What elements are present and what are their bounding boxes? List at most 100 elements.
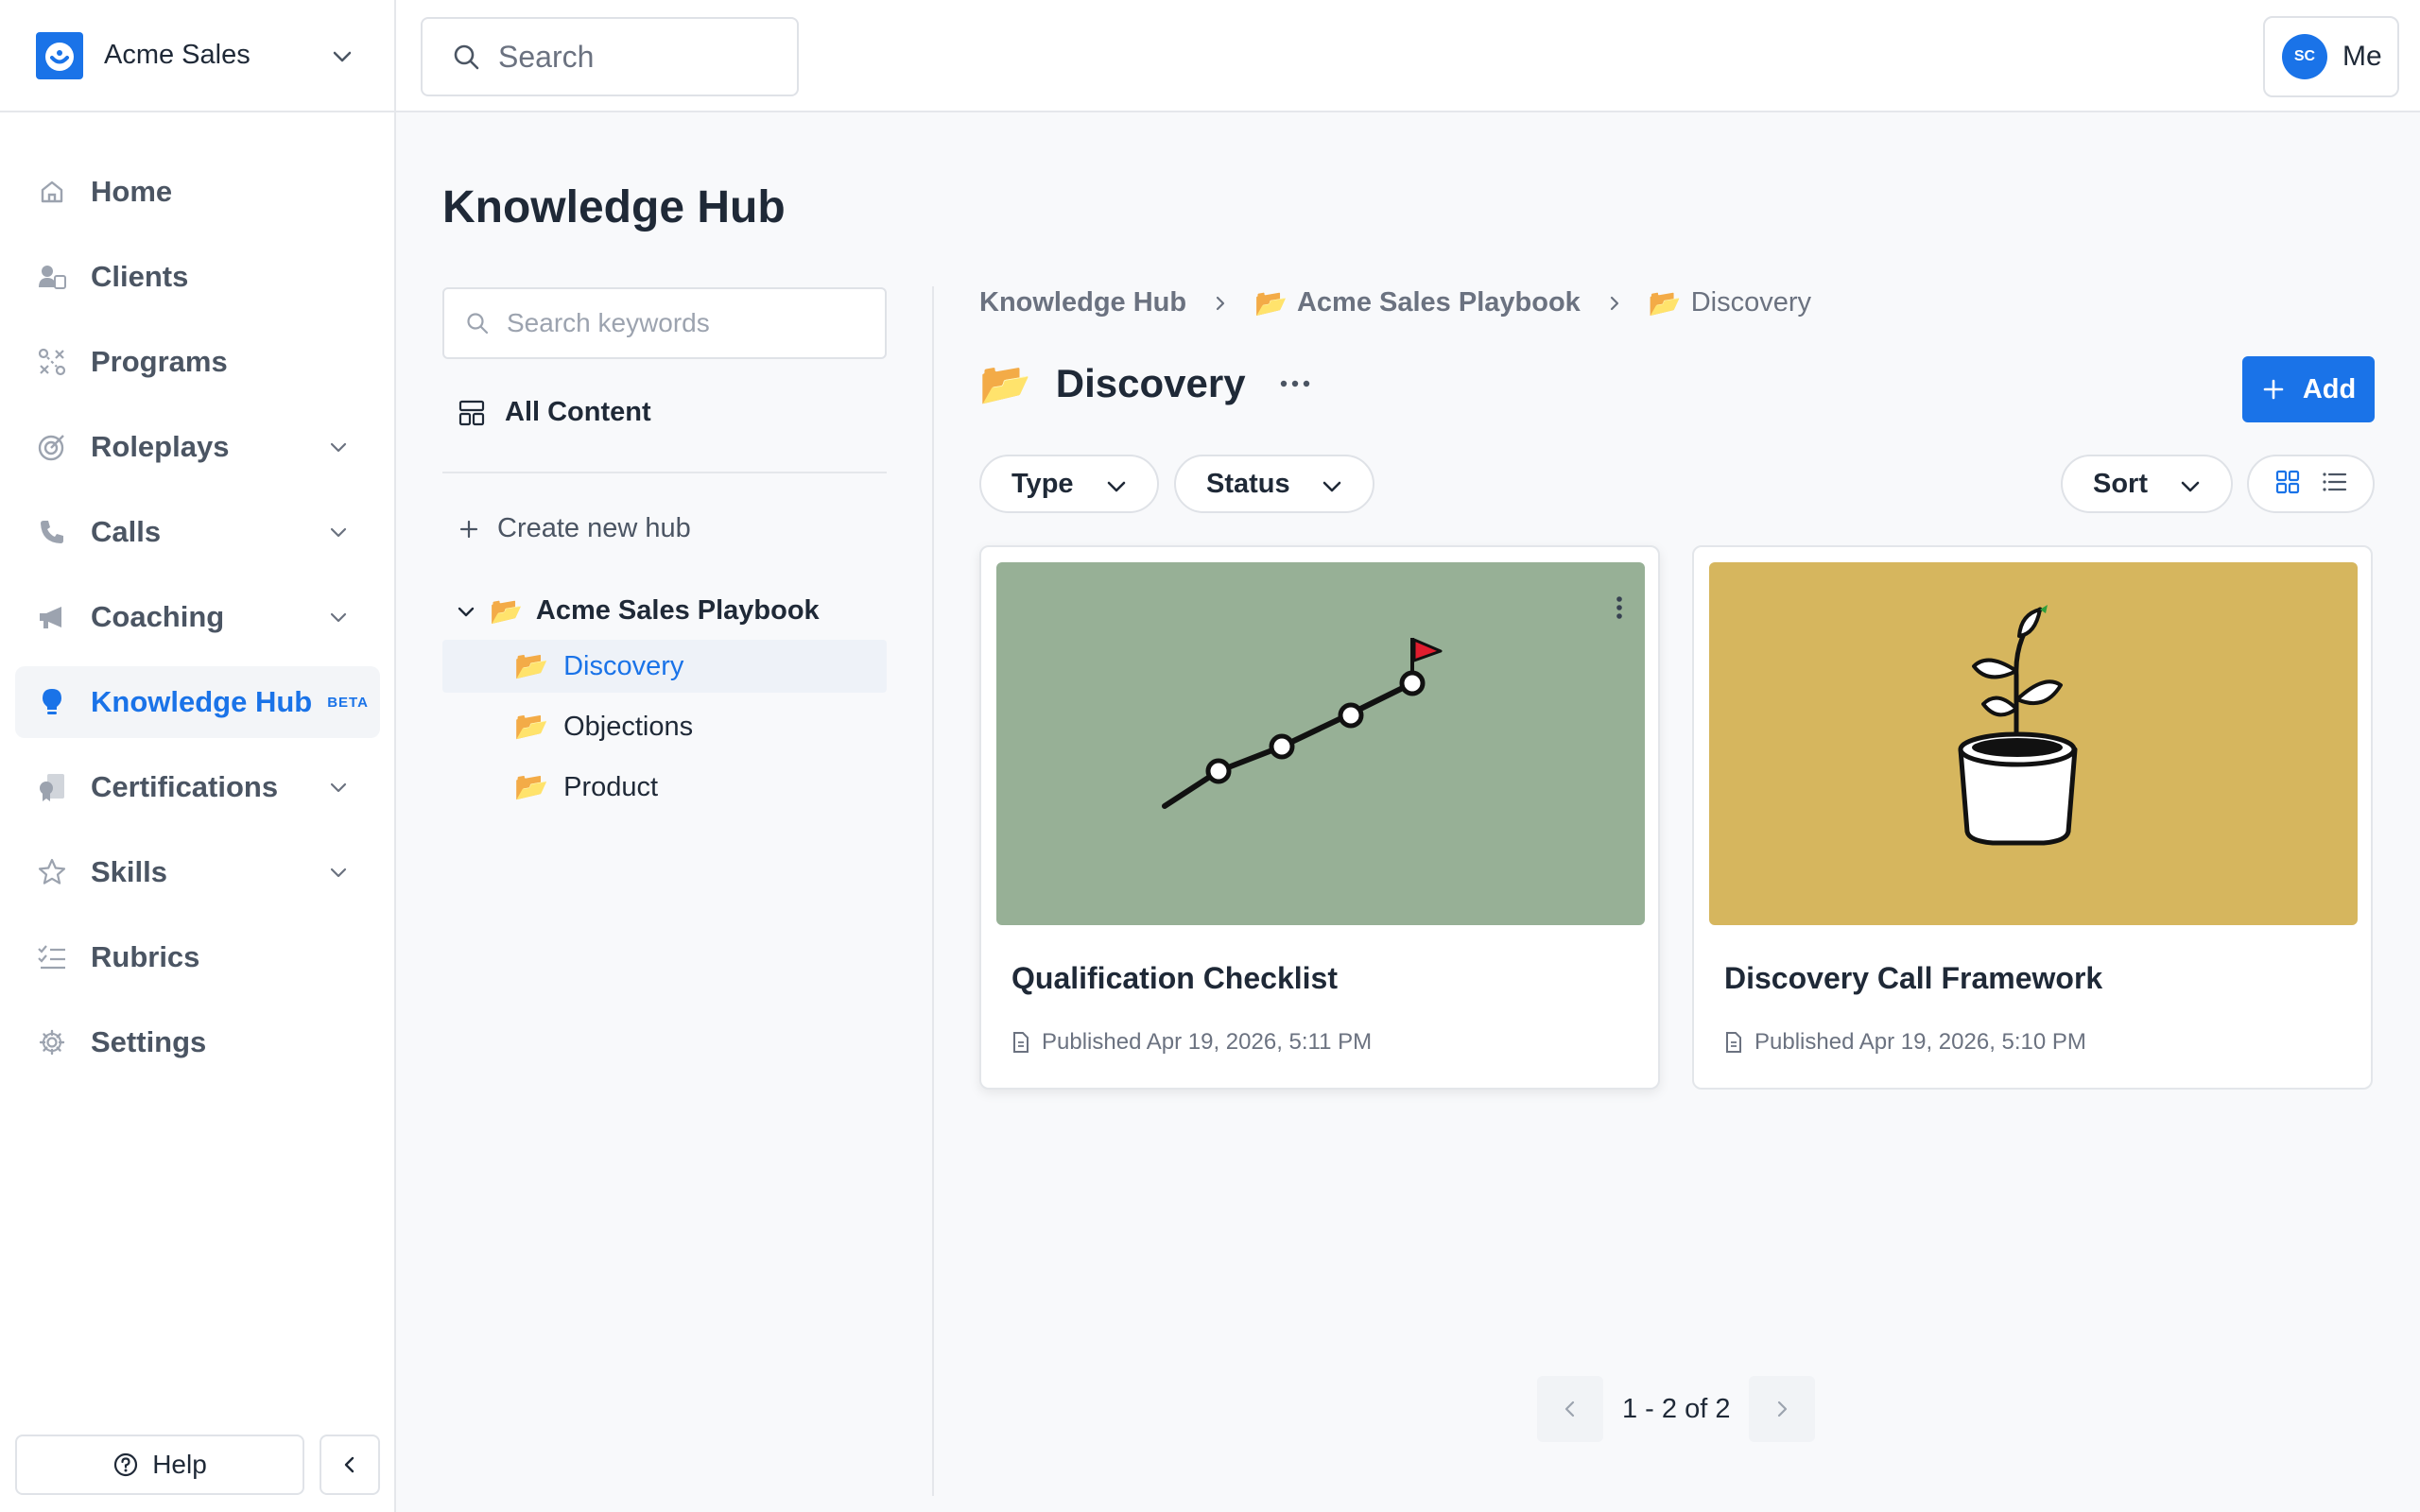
filter-label: Status	[1206, 468, 1290, 499]
megaphone-icon	[36, 601, 68, 633]
page-title: Knowledge Hub	[442, 182, 786, 232]
tree-item-objections[interactable]: 📂 Objections	[442, 700, 887, 753]
help-button[interactable]: Help	[15, 1435, 304, 1495]
document-icon	[1726, 1032, 1741, 1053]
user-menu-button[interactable]: SC Me	[2263, 16, 2399, 97]
layout-icon	[458, 400, 485, 425]
sort-dropdown[interactable]: Sort	[2061, 455, 2233, 513]
chevron-down-icon	[1107, 481, 1126, 492]
card-published: Published Apr 19, 2026, 5:10 PM	[1724, 1029, 2086, 1056]
global-search-input[interactable]: Search	[421, 17, 799, 96]
filter-label: Type	[1011, 468, 1074, 499]
grid-view-icon[interactable]	[2274, 469, 2301, 500]
home-icon	[36, 176, 68, 208]
panel-divider	[932, 286, 934, 1496]
type-filter[interactable]: Type	[979, 455, 1159, 513]
sidebar-item-programs[interactable]: Programs	[15, 326, 380, 398]
breadcrumb-current: Discovery	[1690, 287, 1811, 318]
user-menu-label: Me	[2342, 41, 2382, 72]
chevron-right-icon	[1605, 294, 1624, 313]
tree-item-label: Discovery	[563, 650, 684, 681]
more-options-icon[interactable]	[1278, 378, 1312, 389]
folder-open-icon: 📂	[1648, 288, 1682, 318]
folder-open-icon: 📂	[514, 712, 549, 742]
help-icon	[114, 1452, 138, 1477]
chevron-left-icon	[1564, 1400, 1575, 1418]
brand-logo	[36, 31, 83, 79]
sidebar-item-roleplays[interactable]: Roleplays	[15, 411, 380, 483]
sidebar-item-label: Roleplays	[91, 430, 230, 463]
folder-open-icon: 📂	[514, 651, 549, 681]
content-card[interactable]: Discovery Call Framework Published Apr 1…	[1692, 545, 2373, 1090]
tree-item-label: Product	[563, 771, 659, 802]
sidebar-item-label: Rubrics	[91, 940, 200, 973]
card-title: Discovery Call Framework	[1724, 961, 2103, 995]
all-content-link[interactable]: All Content	[458, 397, 651, 428]
workspace-switcher[interactable]: Acme Sales	[0, 0, 394, 112]
chevron-left-icon	[344, 1456, 354, 1473]
tree-item-acme-sales-playbook[interactable]: 📂 Acme Sales Playbook	[456, 595, 820, 627]
breadcrumb-item[interactable]: Acme Sales Playbook	[1297, 287, 1581, 318]
chevron-down-icon	[333, 51, 352, 62]
breadcrumb-item[interactable]: Knowledge Hub	[979, 287, 1186, 318]
card-title: Qualification Checklist	[1011, 961, 1338, 995]
sidebar-item-clients[interactable]: Clients	[15, 241, 380, 313]
clients-icon	[36, 261, 68, 293]
published-date: Published Apr 19, 2026, 5:10 PM	[1754, 1029, 2086, 1055]
collapse-sidebar-button[interactable]	[320, 1435, 380, 1495]
avatar: SC	[2282, 34, 2327, 79]
all-content-label: All Content	[505, 397, 651, 427]
lightbulb-icon	[36, 686, 68, 718]
checklist-icon	[36, 941, 68, 973]
chevron-down-icon	[330, 612, 347, 623]
search-icon	[454, 44, 479, 70]
view-toggle	[2247, 455, 2375, 513]
chevron-down-icon	[2181, 481, 2200, 492]
sidebar-item-rubrics[interactable]: Rubrics	[15, 921, 380, 993]
chevron-right-icon	[1778, 1400, 1788, 1418]
sidebar-item-home[interactable]: Home	[15, 156, 380, 228]
top-bar: Search SC Me	[396, 0, 2420, 112]
document-icon	[1013, 1032, 1028, 1053]
sidebar-item-knowledge-hub[interactable]: Knowledge Hub BETA	[15, 666, 380, 738]
tree-item-discovery[interactable]: 📂 Discovery	[442, 640, 887, 693]
create-hub-label: Create new hub	[497, 513, 691, 543]
tree-item-label: Acme Sales Playbook	[535, 595, 820, 626]
gear-icon	[36, 1026, 68, 1058]
sidebar-item-skills[interactable]: Skills	[15, 836, 380, 908]
chevron-down-icon	[1322, 481, 1341, 492]
folder-open-icon: 📂	[1254, 288, 1288, 318]
add-label: Add	[2302, 373, 2357, 404]
sidebar-item-coaching[interactable]: Coaching	[15, 581, 380, 653]
card-thumbnail	[1709, 562, 2358, 925]
status-filter[interactable]: Status	[1174, 455, 1374, 513]
sidebar-item-certifications[interactable]: Certifications	[15, 751, 380, 823]
next-page-button[interactable]	[1749, 1376, 1816, 1442]
list-view-icon[interactable]	[2321, 469, 2347, 500]
main-nav: Home Clients Programs Roleplays Calls Co…	[15, 156, 380, 1091]
chevron-right-icon	[1211, 294, 1230, 313]
divider	[442, 472, 887, 473]
create-hub-button[interactable]: Create new hub	[458, 513, 691, 544]
add-button[interactable]: Add	[2242, 356, 2375, 422]
folder-open-icon: 📂	[979, 361, 1031, 407]
pagination-range: 1 - 2 of 2	[1622, 1393, 1731, 1424]
breadcrumb: Knowledge Hub 📂 Acme Sales Playbook 📂 Di…	[979, 287, 1811, 318]
folder-open-icon: 📂	[514, 772, 549, 802]
content-card[interactable]: Qualification Checklist Published Apr 19…	[979, 545, 1660, 1090]
programs-icon	[36, 346, 68, 378]
search-placeholder: Search	[498, 39, 595, 74]
card-menu-icon[interactable]	[1615, 594, 1624, 621]
published-date: Published Apr 19, 2026, 5:11 PM	[1042, 1029, 1373, 1055]
sidebar-item-label: Calls	[91, 515, 162, 548]
sidebar-item-label: Settings	[91, 1025, 207, 1058]
chevron-down-icon	[330, 442, 347, 453]
sidebar-item-settings[interactable]: Settings	[15, 1006, 380, 1078]
sidebar-item-label: Programs	[91, 345, 228, 378]
sidebar-item-calls[interactable]: Calls	[15, 496, 380, 568]
card-published: Published Apr 19, 2026, 5:11 PM	[1011, 1029, 1372, 1056]
prev-page-button[interactable]	[1537, 1376, 1603, 1442]
keyword-search-input[interactable]: Search keywords	[442, 287, 887, 359]
tree-item-product[interactable]: 📂 Product	[442, 761, 887, 814]
sidebar-item-label: Knowledge Hub	[91, 685, 313, 718]
